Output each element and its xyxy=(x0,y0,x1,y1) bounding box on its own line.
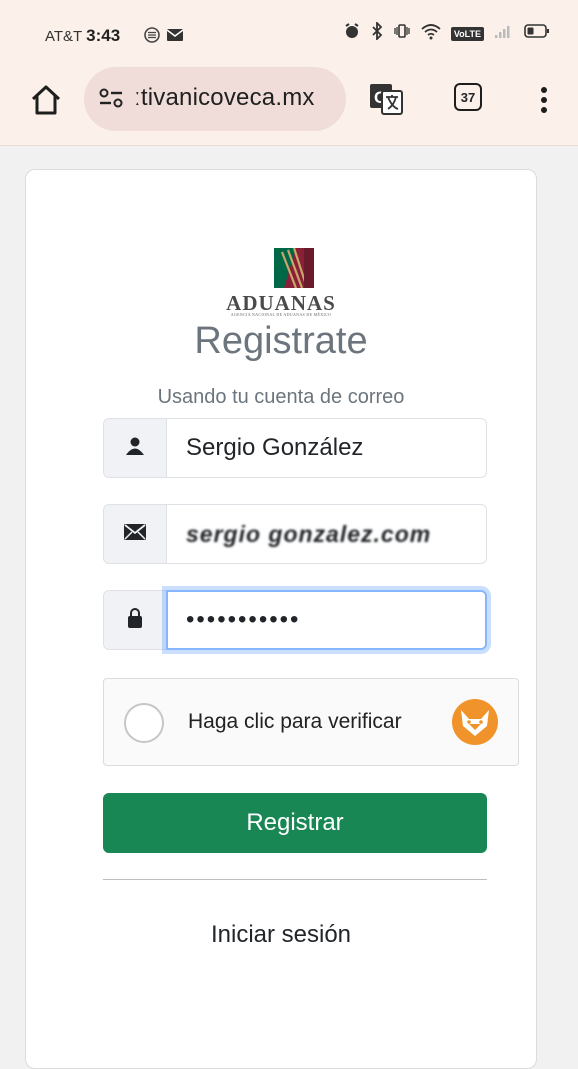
email-addon xyxy=(103,504,167,564)
register-card: ADUANAS AGENCIA NACIONAL DE ADUANAS DE M… xyxy=(25,169,537,1069)
tabs-icon[interactable]: 37 xyxy=(454,83,482,111)
captcha-label: Haga clic para verificar xyxy=(188,710,402,733)
divider xyxy=(103,879,487,880)
battery-icon xyxy=(524,23,550,44)
email-field[interactable]: sergio gonzalez.com xyxy=(166,504,487,564)
volte-badge: VoLTE xyxy=(450,26,484,41)
browser-chrome: AT&T 3:43 VoLTE ːtivanicoveca.mx G 37 xyxy=(0,0,578,146)
password-addon xyxy=(103,590,167,650)
browser-toolbar: ːtivanicoveca.mx G 37 xyxy=(0,66,578,134)
address-bar[interactable]: ːtivanicoveca.mx xyxy=(84,67,346,131)
name-addon xyxy=(103,418,167,478)
fox-icon xyxy=(452,699,498,745)
register-button[interactable]: Registrar xyxy=(103,793,487,853)
lock-icon xyxy=(127,607,143,634)
password-input-group: ••••••••••• xyxy=(103,590,487,650)
gmail-icon xyxy=(166,28,184,47)
name-input-group: Sergio González xyxy=(103,418,487,478)
logo-subtext: AGENCIA NACIONAL DE ADUANAS DE MÉXICO xyxy=(230,312,332,317)
status-carrier: AT&T 3:43 xyxy=(45,26,120,46)
password-field[interactable]: ••••••••••• xyxy=(166,590,487,650)
status-icons: VoLTE xyxy=(343,20,550,45)
page-subtitle: Usando tu cuenta de correo xyxy=(157,386,405,408)
email-value: sergio gonzalez.com xyxy=(186,521,432,547)
captcha-checkbox[interactable] xyxy=(124,703,164,743)
vibrate-icon xyxy=(393,22,411,45)
more-vert-icon[interactable] xyxy=(536,82,552,118)
status-bar: AT&T 3:43 VoLTE xyxy=(0,0,578,58)
alarm-icon xyxy=(343,22,361,45)
name-field[interactable]: Sergio González xyxy=(166,418,487,478)
login-link[interactable]: Iniciar sesión xyxy=(26,921,536,949)
signal-icon xyxy=(493,22,515,45)
bluetooth-icon xyxy=(370,20,384,45)
login-label: Iniciar sesión xyxy=(210,921,352,948)
translate-icon[interactable]: G xyxy=(368,81,404,117)
person-icon xyxy=(125,436,145,461)
home-icon[interactable] xyxy=(28,82,64,118)
aduanas-logo-icon xyxy=(274,247,314,289)
site-settings-icon[interactable] xyxy=(98,86,124,115)
status-time: 3:43 xyxy=(86,26,121,45)
carrier-name: AT&T xyxy=(45,28,82,45)
page-title: Registrate xyxy=(194,320,368,362)
envelope-icon xyxy=(123,523,147,546)
url-text[interactable]: ːtivanicoveca.mx xyxy=(134,84,315,112)
email-input-group: sergio gonzalez.com xyxy=(103,504,487,564)
captcha-widget[interactable]: Haga clic para verificar xyxy=(103,678,519,766)
wifi-icon xyxy=(420,22,442,45)
sync-icon xyxy=(143,26,161,49)
